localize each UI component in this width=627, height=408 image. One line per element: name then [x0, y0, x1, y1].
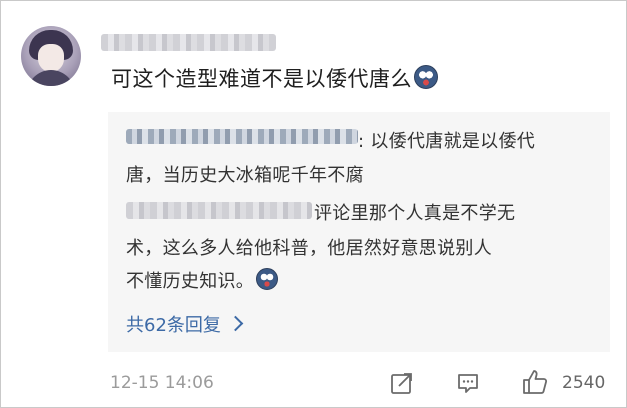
reply-user1-blurred[interactable] [126, 129, 358, 144]
comment-icon[interactable] [456, 371, 480, 395]
reply-line-5: 不懂历史知识。 [126, 267, 279, 293]
comment-body: 可这个造型难道不是以倭代唐么 [111, 67, 412, 91]
reply-line-1: : 以倭代唐就是以倭代 [358, 131, 536, 152]
emoji-icon [414, 65, 438, 89]
reply-user2-blurred[interactable] [126, 202, 312, 219]
avatar-body [27, 70, 75, 86]
avatar-face [38, 44, 64, 72]
like-count: 2540 [562, 373, 606, 393]
reply-line-4: 术，这么多人给他科普，他居然好意思说别人 [126, 238, 492, 259]
comment-text: 可这个造型难道不是以倭代唐么 [111, 63, 438, 93]
timestamp: 12-15 14:06 [110, 373, 214, 393]
share-icon[interactable] [390, 371, 414, 395]
thumbs-up-icon[interactable] [521, 368, 549, 396]
more-replies-link[interactable]: 共62条回复 [126, 311, 244, 337]
reply-line-3: 评论里那个人真是不学无 [314, 203, 516, 224]
avatar[interactable] [21, 26, 81, 86]
emoji-icon [256, 268, 279, 290]
reply-line-2: 唐，当历史大冰箱呢千年不腐 [126, 165, 364, 186]
username-blurred[interactable] [101, 34, 276, 51]
more-replies-label: 共62条回复 [126, 315, 221, 336]
reply-line-5-text: 不懂历史知识。 [126, 271, 255, 292]
chevron-right-icon [227, 315, 244, 332]
